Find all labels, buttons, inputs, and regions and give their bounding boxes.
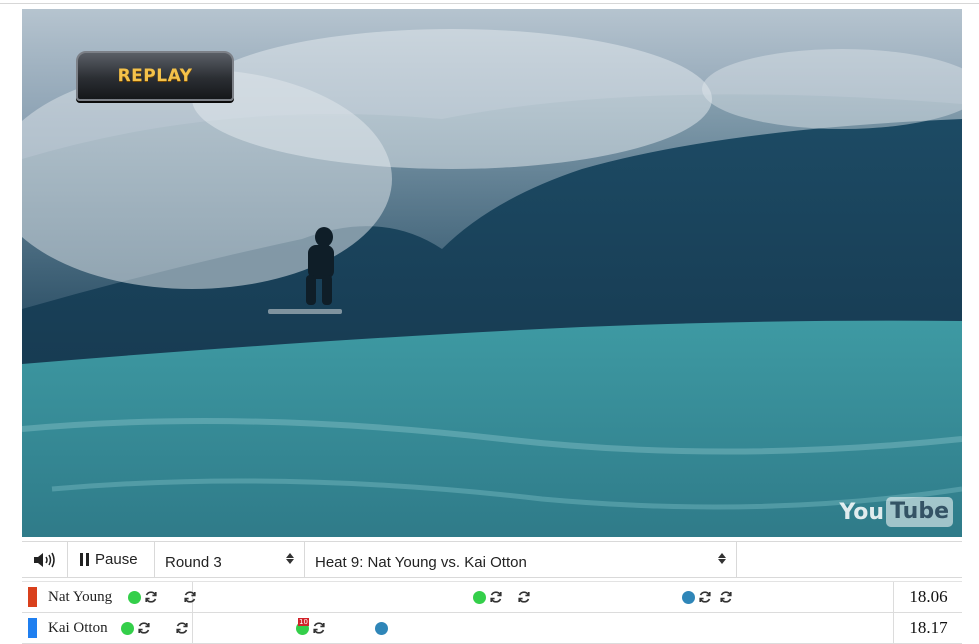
youtube-logo[interactable]: You Tube bbox=[839, 496, 953, 528]
round-select-value: Round 3 bbox=[165, 554, 222, 571]
wave-refresh-icon[interactable] bbox=[137, 621, 151, 635]
youtube-logo-you: You bbox=[839, 499, 885, 525]
updown-arrows-icon bbox=[286, 553, 294, 564]
youtube-logo-tube: Tube bbox=[886, 497, 953, 527]
wave-refresh-icon[interactable] bbox=[698, 590, 712, 604]
updown-arrows-icon bbox=[718, 553, 726, 564]
wave-refresh-icon[interactable] bbox=[144, 590, 158, 604]
replay-badge: REPLAY bbox=[76, 51, 234, 101]
wave-refresh-icon[interactable] bbox=[719, 590, 733, 604]
surfer-total-score: 18.06 bbox=[893, 582, 963, 612]
surfer-color-chip bbox=[28, 587, 37, 607]
surfer-row: Kai Otton 10 18.17 bbox=[22, 613, 962, 644]
wave-refresh-icon[interactable] bbox=[517, 590, 531, 604]
pause-button[interactable]: Pause bbox=[68, 542, 155, 577]
priority-wave-dot[interactable] bbox=[375, 622, 388, 635]
wave-refresh-icon[interactable] bbox=[489, 590, 503, 604]
perfect-ten-badge: 10 bbox=[298, 618, 309, 626]
speaker-icon bbox=[33, 552, 55, 567]
heat-table: Nat Young 18.06 Kai Otton 10 18.17 bbox=[22, 581, 962, 644]
video-player[interactable]: REPLAY You Tube bbox=[22, 9, 962, 537]
volume-button[interactable] bbox=[22, 542, 68, 577]
top-divider bbox=[0, 3, 979, 4]
pause-label: Pause bbox=[95, 551, 138, 568]
replay-badge-label: REPLAY bbox=[117, 66, 193, 86]
heat-select[interactable]: Heat 9: Nat Young vs. Kai Otton bbox=[305, 542, 737, 577]
pause-icon bbox=[80, 553, 89, 566]
scored-wave-dot[interactable] bbox=[121, 622, 134, 635]
scored-wave-dot[interactable] bbox=[473, 591, 486, 604]
surfer-name: Nat Young bbox=[48, 588, 113, 605]
scored-wave-dot[interactable]: 10 bbox=[296, 618, 309, 635]
wave-refresh-icon[interactable] bbox=[183, 590, 197, 604]
surfer-row: Nat Young 18.06 bbox=[22, 581, 962, 613]
heat-select-value: Heat 9: Nat Young vs. Kai Otton bbox=[315, 554, 527, 571]
wave-refresh-icon[interactable] bbox=[312, 621, 326, 635]
surfer-color-chip bbox=[28, 618, 37, 638]
priority-wave-dot[interactable] bbox=[682, 591, 695, 604]
scored-wave-dot[interactable] bbox=[128, 591, 141, 604]
surfer-name-cell: Nat Young bbox=[22, 582, 193, 612]
round-select[interactable]: Round 3 bbox=[155, 542, 305, 577]
wave-refresh-icon[interactable] bbox=[175, 621, 189, 635]
surfer-name: Kai Otton bbox=[48, 619, 108, 636]
player-control-bar: Pause Round 3 Heat 9: Nat Young vs. Kai … bbox=[22, 541, 962, 578]
